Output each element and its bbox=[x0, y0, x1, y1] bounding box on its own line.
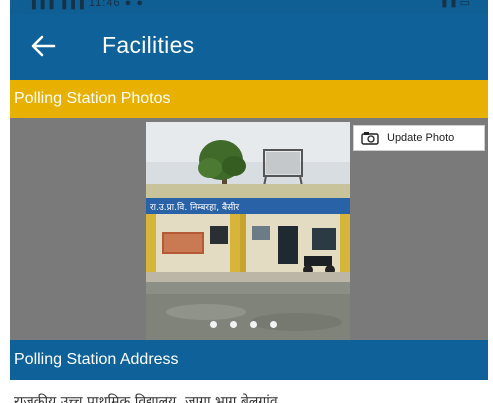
polling-station-photo[interactable]: रा.उ.प्रा.वि. निम्बरहा, बैसीर bbox=[146, 122, 350, 340]
status-bar-right: ▮ ▮ ▭ bbox=[441, 0, 470, 9]
station-photo-image: रा.उ.प्रा.वि. निम्बरहा, बैसीर bbox=[146, 122, 350, 340]
address-section-title: Polling Station Address bbox=[14, 351, 179, 368]
camera-icon bbox=[361, 132, 379, 145]
photo-gallery[interactable]: रा.उ.प्रा.वि. निम्बरहा, बैसीर Update Pho… bbox=[10, 118, 488, 340]
update-photo-label: Update Photo bbox=[387, 132, 455, 144]
page-dot[interactable] bbox=[230, 321, 237, 328]
app-screen: ▐▐▐ ▐▐▐ 11:46 ● ● ▮ ▮ ▭ Facilities Polli… bbox=[10, 0, 488, 403]
gallery-page-indicator bbox=[210, 321, 290, 331]
status-bar: ▐▐▐ ▐▐▐ 11:46 ● ● ▮ ▮ ▭ bbox=[10, 0, 488, 14]
page-title: Facilities bbox=[102, 32, 195, 58]
address-section-header: Polling Station Address bbox=[10, 340, 488, 380]
photos-section-title: Polling Station Photos bbox=[14, 90, 171, 107]
page-dot[interactable] bbox=[250, 321, 257, 328]
update-photo-button[interactable]: Update Photo bbox=[353, 125, 485, 151]
status-bar-left: ▐▐▐ ▐▐▐ 11:46 ● ● bbox=[28, 0, 144, 9]
polling-station-address: राजकीय उच्च प्राथमिक विद्यालय, जागा भाग … bbox=[14, 394, 278, 403]
photos-section-header: Polling Station Photos bbox=[10, 80, 488, 118]
arrow-left-icon[interactable] bbox=[30, 33, 56, 59]
app-bar: Facilities bbox=[10, 14, 488, 80]
page-dot[interactable] bbox=[270, 321, 277, 328]
page-dot[interactable] bbox=[210, 321, 217, 328]
svg-text:रा.उ.प्रा.वि. निम्बरहा, बैसीर: रा.उ.प्रा.वि. निम्बरहा, बैसीर bbox=[150, 201, 239, 213]
